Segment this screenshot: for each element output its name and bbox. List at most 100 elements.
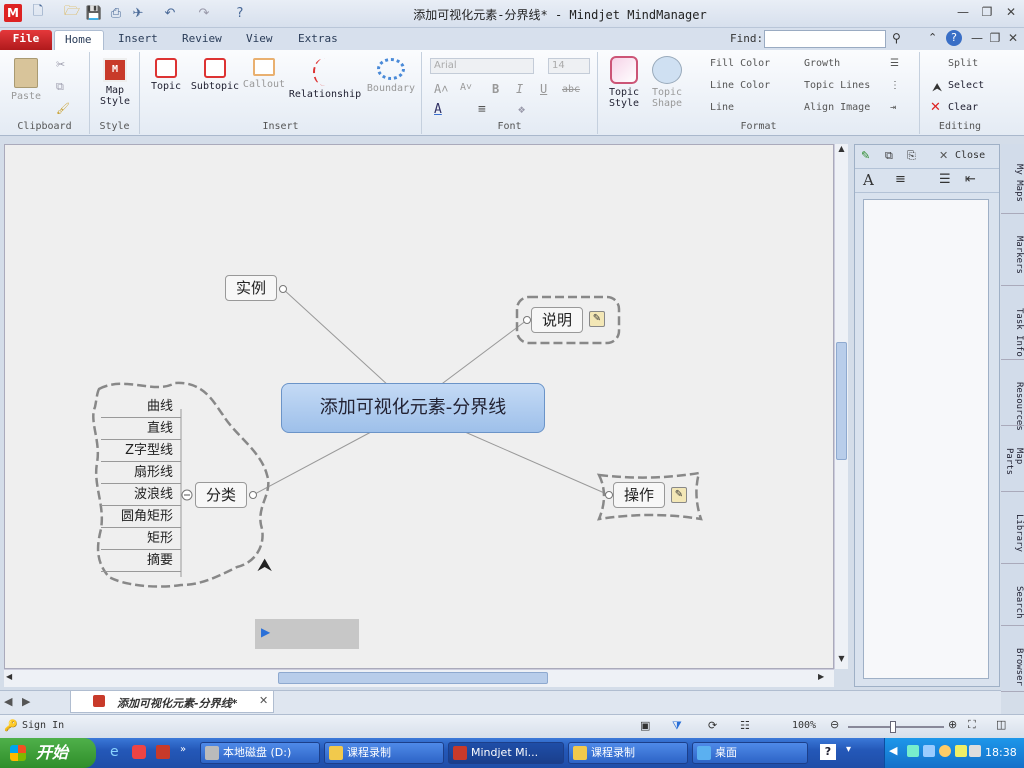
video-overlay[interactable]: ▶ bbox=[255, 619, 359, 649]
map-canvas[interactable]: 添加可视化元素-分界线 实例 说明 ✎ 操作 ✎ 分类 曲线 直线 Z字型线 扇… bbox=[4, 144, 834, 669]
clear-button[interactable]: Clear bbox=[948, 102, 978, 113]
tab-review[interactable]: Review bbox=[172, 30, 232, 50]
taskbar-item-folder-1[interactable]: 课程录制 bbox=[324, 742, 444, 764]
nav-back-icon[interactable]: ◀ bbox=[4, 695, 12, 708]
italic-icon[interactable]: I bbox=[516, 82, 523, 96]
fit-map-icon[interactable]: ⛶ bbox=[968, 718, 976, 732]
cut-icon[interactable]: ✂ bbox=[56, 58, 65, 71]
side-tab-resources[interactable]: Resources bbox=[1001, 362, 1024, 431]
restore-icon[interactable]: ❐ bbox=[976, 5, 998, 23]
open-folder-icon[interactable]: 🗁 bbox=[62, 4, 82, 22]
bullet-list-icon[interactable]: ☰ bbox=[939, 172, 951, 187]
font-color-icon[interactable]: A bbox=[434, 102, 442, 117]
operation-note-icon[interactable]: ✎ bbox=[671, 487, 687, 503]
tab-insert[interactable]: Insert bbox=[108, 30, 168, 50]
help-taskbar-icon[interactable]: ? bbox=[820, 744, 836, 760]
outdent-icon[interactable]: ⇤ bbox=[965, 172, 976, 187]
topic-operation[interactable]: 操作 bbox=[613, 482, 665, 508]
growth-button[interactable]: Growth bbox=[804, 58, 840, 69]
quicklaunch-mindjet-icon[interactable] bbox=[156, 745, 170, 759]
tab-view[interactable]: View bbox=[236, 30, 283, 50]
document-tab[interactable]: 添加可视化元素-分界线* ✕ bbox=[70, 691, 274, 713]
layout-icon[interactable]: ⟳ bbox=[708, 719, 717, 732]
indent-icon[interactable]: ⇥ bbox=[890, 102, 896, 113]
subtopic-fan[interactable]: 扇形线 bbox=[101, 463, 181, 484]
topic-style-button[interactable]: Topic Style bbox=[604, 56, 644, 109]
outline-view-icon[interactable]: ☷ bbox=[740, 719, 750, 732]
help-icon[interactable]: ? bbox=[230, 4, 250, 22]
line-button[interactable]: Line bbox=[710, 102, 734, 113]
topic-category[interactable]: 分类 bbox=[195, 482, 247, 508]
paste-button[interactable]: Paste bbox=[6, 58, 46, 102]
horizontal-scrollbar[interactable]: ◀ ▶ bbox=[4, 669, 834, 687]
tab-extras[interactable]: Extras bbox=[288, 30, 348, 50]
taskbar-more-icon[interactable]: ▾ bbox=[846, 744, 851, 755]
line-color-button[interactable]: Line Color bbox=[710, 80, 770, 91]
callout-button[interactable]: Callout bbox=[242, 58, 286, 90]
side-tab-my-maps[interactable]: My Maps bbox=[1001, 144, 1024, 214]
vertical-scrollbar[interactable]: ▲ ▼ bbox=[834, 144, 848, 669]
strikethrough-icon[interactable]: abc bbox=[562, 84, 580, 95]
side-tab-browser[interactable]: Browser bbox=[1001, 628, 1024, 692]
clock[interactable]: 18:38 bbox=[985, 746, 1017, 759]
topic-lines-button[interactable]: Topic Lines bbox=[804, 80, 870, 91]
binoculars-icon[interactable]: ⚲ bbox=[892, 31, 901, 45]
subtopic-summary[interactable]: 摘要 bbox=[101, 551, 181, 572]
copy-icon[interactable]: ⧉ bbox=[56, 80, 64, 94]
scroll-right-icon[interactable]: ▶ bbox=[818, 672, 824, 681]
quicklaunch-more-icon[interactable]: » bbox=[180, 744, 186, 755]
fill-color-button[interactable]: Fill Color bbox=[710, 58, 770, 69]
text-align-icon[interactable]: ≡ bbox=[895, 172, 906, 187]
zoom-out-icon[interactable]: ⊖ bbox=[830, 718, 839, 731]
subtopic-rect[interactable]: 矩形 bbox=[101, 529, 181, 550]
topic-example[interactable]: 实例 bbox=[225, 275, 277, 301]
text-format-icon[interactable]: ❖ bbox=[518, 102, 525, 116]
bold-icon[interactable]: B bbox=[492, 82, 499, 96]
subtopic-straight[interactable]: 直线 bbox=[101, 419, 181, 440]
align-image-button[interactable]: Align Image bbox=[804, 102, 870, 113]
start-button[interactable]: 开始 bbox=[0, 738, 96, 768]
notes-editor[interactable] bbox=[863, 199, 989, 679]
help-circle-icon[interactable]: ? bbox=[946, 30, 962, 46]
taskbar-item-folder-2[interactable]: 课程录制 bbox=[568, 742, 688, 764]
quicklaunch-app-icon[interactable] bbox=[132, 745, 146, 759]
zoom-slider[interactable] bbox=[848, 721, 944, 733]
tray-network-icon[interactable] bbox=[907, 745, 919, 757]
send-icon[interactable]: ✈ bbox=[128, 4, 148, 22]
side-tab-search[interactable]: Search bbox=[1001, 566, 1024, 626]
subtopic-rounded-rect[interactable]: 圆角矩形 bbox=[101, 507, 181, 528]
split-view-icon[interactable]: ◫ bbox=[996, 718, 1006, 731]
taskbar-item-drive[interactable]: 本地磁盘 (D:) bbox=[200, 742, 320, 764]
scroll-left-icon[interactable]: ◀ bbox=[6, 672, 12, 681]
filter-icon[interactable]: ⧩ bbox=[672, 719, 682, 733]
undo-icon[interactable]: ↶ bbox=[160, 4, 180, 22]
save-icon[interactable]: 💾 bbox=[84, 4, 104, 22]
notes-copy-icon[interactable]: ⧉ bbox=[885, 149, 893, 163]
side-tab-library[interactable]: Library bbox=[1001, 494, 1024, 564]
boundary-button[interactable]: Boundary bbox=[364, 58, 418, 94]
subtopic-wave[interactable]: 波浪线 bbox=[101, 485, 181, 506]
doc-close-icon[interactable]: ✕ bbox=[1002, 31, 1024, 49]
bullets-icon[interactable]: ☰ bbox=[890, 58, 899, 69]
align-icon[interactable]: ≡ bbox=[478, 102, 486, 117]
vertical-scroll-thumb[interactable] bbox=[836, 342, 847, 460]
format-painter-icon[interactable]: 🖌 bbox=[56, 102, 70, 115]
tray-display-icon[interactable] bbox=[923, 745, 935, 757]
notes-export-icon[interactable]: ⎘ bbox=[907, 149, 916, 163]
tray-volume-icon[interactable] bbox=[955, 745, 967, 757]
tab-file[interactable]: File bbox=[0, 30, 52, 50]
underline-icon[interactable]: U bbox=[540, 82, 547, 96]
select-button[interactable]: Select bbox=[948, 80, 984, 91]
ie-icon[interactable]: e bbox=[110, 744, 119, 760]
topic-explanation[interactable]: 说明 bbox=[531, 307, 583, 333]
font-name-select[interactable]: Arial bbox=[430, 58, 534, 74]
zoom-thumb[interactable] bbox=[890, 721, 896, 733]
horizontal-scroll-thumb[interactable] bbox=[278, 672, 548, 684]
grow-font-icon[interactable]: A˄ bbox=[434, 82, 448, 97]
sign-in-button[interactable]: Sign In bbox=[22, 720, 64, 731]
scroll-down-icon[interactable]: ▼ bbox=[835, 654, 848, 668]
zoom-in-icon[interactable]: ⊕ bbox=[948, 718, 957, 731]
close-icon[interactable]: ✕ bbox=[1000, 5, 1022, 23]
central-topic[interactable]: 添加可视化元素-分界线 bbox=[281, 383, 545, 433]
shrink-font-icon[interactable]: A˅ bbox=[460, 82, 472, 94]
